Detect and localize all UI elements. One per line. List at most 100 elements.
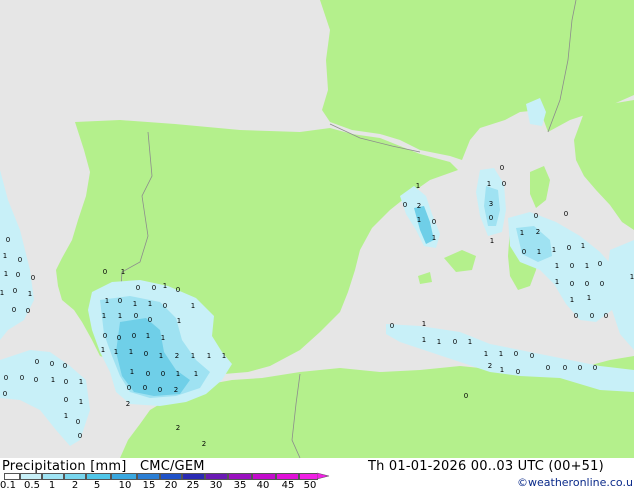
point-value: 0 (64, 396, 68, 404)
legend-swatch (228, 473, 252, 480)
credit-link[interactable]: ©weatheronline.co.uk (517, 476, 634, 489)
point-value: 0 (604, 312, 608, 320)
point-value: 1 (146, 332, 150, 340)
point-value: 0 (63, 362, 67, 370)
point-value: 1 (191, 352, 195, 360)
precip-tunisia (606, 240, 634, 350)
point-value: 1 (487, 180, 491, 188)
point-value: 0 (50, 360, 54, 368)
legend-swatch (204, 473, 228, 480)
point-value: 1 (129, 348, 133, 356)
point-value: 2 (176, 424, 180, 432)
point-value: 1 (130, 368, 134, 376)
point-value: 0 (390, 322, 394, 330)
legend-tick-label: 25 (186, 480, 200, 491)
point-value: 0 (514, 350, 518, 358)
point-value: 0 (6, 236, 10, 244)
point-value: 1 (148, 300, 152, 308)
point-value: 1 (101, 346, 105, 354)
point-value: 0 (570, 280, 574, 288)
point-value: 1 (555, 278, 559, 286)
point-value: 1 (417, 216, 421, 224)
legend-tick-label: 0.5 (24, 480, 40, 491)
point-value: 2 (417, 202, 421, 210)
legend-swatch (182, 473, 205, 480)
point-value: 0 (598, 260, 602, 268)
point-value: 1 (3, 252, 7, 260)
point-value: 2 (536, 228, 540, 236)
point-value: 0 (16, 271, 20, 279)
point-value: 0 (578, 364, 582, 372)
point-value: 0 (570, 262, 574, 270)
point-value: 0 (563, 364, 567, 372)
legend-tick-label: 40 (256, 480, 270, 491)
land-corsica (530, 166, 550, 208)
legend-swatch (63, 473, 86, 480)
point-value: 1 (422, 320, 426, 328)
point-value: 1 (581, 242, 585, 250)
point-value: 1 (222, 352, 226, 360)
point-value: 1 (4, 270, 8, 278)
point-value: 0 (403, 201, 407, 209)
point-value: 0 (64, 378, 68, 386)
point-value: 0 (146, 370, 150, 378)
legend-swatch (20, 473, 42, 480)
precipitation-map: 0101000110001001010110111100000111101211… (0, 0, 634, 458)
legend-swatch (160, 473, 182, 480)
point-value: 0 (76, 418, 80, 426)
legend-tick-label: 50 (303, 480, 317, 491)
point-value: 0 (593, 364, 597, 372)
point-value: 0 (534, 212, 538, 220)
point-value: 1 (570, 296, 574, 304)
point-value: 0 (161, 370, 165, 378)
point-value: 3 (489, 200, 493, 208)
point-value: 0 (158, 386, 162, 394)
point-value: 0 (176, 286, 180, 294)
legend-swatch (4, 473, 20, 480)
model-name: CMC/GEM (140, 459, 205, 474)
point-value: 1 (500, 366, 504, 374)
point-value: 2 (174, 386, 178, 394)
point-value: 1 (484, 350, 488, 358)
point-value: 0 (31, 274, 35, 282)
point-value: 0 (117, 334, 121, 342)
point-value: 1 (437, 338, 441, 346)
point-value: 0 (3, 390, 7, 398)
point-value: 1 (118, 312, 122, 320)
point-value: 0 (132, 332, 136, 340)
point-value: 2 (488, 362, 492, 370)
legend-tick-label: 35 (233, 480, 247, 491)
point-value: 1 (416, 182, 420, 190)
point-value: 0 (35, 358, 39, 366)
point-value: 1 (79, 378, 83, 386)
point-value: 0 (600, 280, 604, 288)
point-value: 0 (152, 284, 156, 292)
point-value: 0 (432, 218, 436, 226)
point-value: 0 (34, 376, 38, 384)
point-value: 1 (133, 300, 137, 308)
legend-tick-label: 45 (281, 480, 295, 491)
point-value: 1 (51, 376, 55, 384)
point-value: 0 (26, 307, 30, 315)
legend-swatch (111, 473, 137, 480)
point-value: 0 (530, 352, 534, 360)
point-value: 0 (163, 302, 167, 310)
point-value: 0 (103, 268, 107, 276)
point-value: 1 (587, 294, 591, 302)
legend-swatch (299, 473, 318, 480)
point-value: 1 (422, 336, 426, 344)
point-value: 2 (175, 352, 179, 360)
land-ibiza (418, 272, 432, 284)
point-value: 0 (464, 392, 468, 400)
point-value: 0 (500, 164, 504, 172)
legend-swatch (275, 473, 299, 480)
point-value: 1 (520, 229, 524, 237)
point-value: 1 (102, 312, 106, 320)
point-value: 0 (118, 297, 122, 305)
point-value: 2 (126, 400, 130, 408)
point-value: 1 (207, 352, 211, 360)
legend-tick-label: 1 (48, 480, 56, 491)
point-value: 1 (432, 234, 436, 242)
point-value: 0 (144, 350, 148, 358)
legend-tick-label: 30 (209, 480, 223, 491)
